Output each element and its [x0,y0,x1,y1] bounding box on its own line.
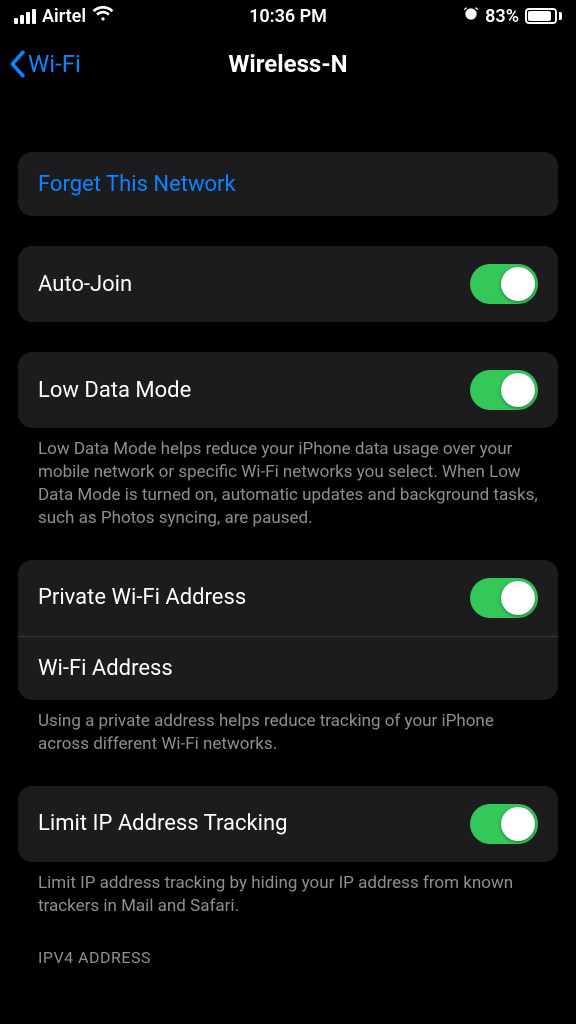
alarm-icon [463,6,479,26]
forget-network-button[interactable]: Forget This Network [18,152,558,216]
forget-network-label: Forget This Network [38,172,236,197]
group-auto-join: Auto-Join [18,246,558,322]
low-data-row[interactable]: Low Data Mode [18,352,558,428]
wifi-address-label: Wi-Fi Address [38,656,173,681]
cellular-signal-icon [14,9,36,24]
limit-tracking-toggle[interactable] [470,804,538,844]
back-button[interactable]: Wi-Fi [0,50,81,78]
auto-join-toggle[interactable] [470,264,538,304]
battery-icon [525,8,562,24]
group-low-data: Low Data Mode Low Data Mode helps reduce… [18,352,558,530]
private-address-footer: Using a private address helps reduce tra… [18,700,558,756]
wifi-icon [92,6,114,27]
status-right: 83% [463,6,562,27]
nav-bar: Wi-Fi Wireless-N [0,32,576,96]
group-private-address: Private Wi-Fi Address Wi-Fi Address Usin… [18,560,558,756]
back-label: Wi-Fi [28,50,81,78]
private-address-label: Private Wi-Fi Address [38,585,246,610]
wifi-address-row[interactable]: Wi-Fi Address [18,636,558,700]
carrier-label: Airtel [42,6,86,27]
auto-join-label: Auto-Join [38,272,132,297]
low-data-footer: Low Data Mode helps reduce your iPhone d… [18,428,558,530]
status-bar: Airtel 10:36 PM 83% [0,0,576,32]
private-address-row[interactable]: Private Wi-Fi Address [18,560,558,636]
status-time: 10:36 PM [249,6,327,27]
settings-content: Forget This Network Auto-Join Low Data M… [0,152,576,967]
group-limit-tracking: Limit IP Address Tracking Limit IP addre… [18,786,558,918]
ipv4-section-header: IPV4 ADDRESS [18,948,558,967]
page-title: Wireless-N [228,50,347,78]
chevron-left-icon [8,50,26,78]
low-data-toggle[interactable] [470,370,538,410]
battery-percent: 83% [485,6,519,27]
low-data-label: Low Data Mode [38,378,191,403]
auto-join-row[interactable]: Auto-Join [18,246,558,322]
status-left: Airtel [14,6,114,27]
limit-tracking-footer: Limit IP address tracking by hiding your… [18,862,558,918]
limit-tracking-row[interactable]: Limit IP Address Tracking [18,786,558,862]
private-address-toggle[interactable] [470,578,538,618]
limit-tracking-label: Limit IP Address Tracking [38,811,287,836]
group-forget: Forget This Network [18,152,558,216]
